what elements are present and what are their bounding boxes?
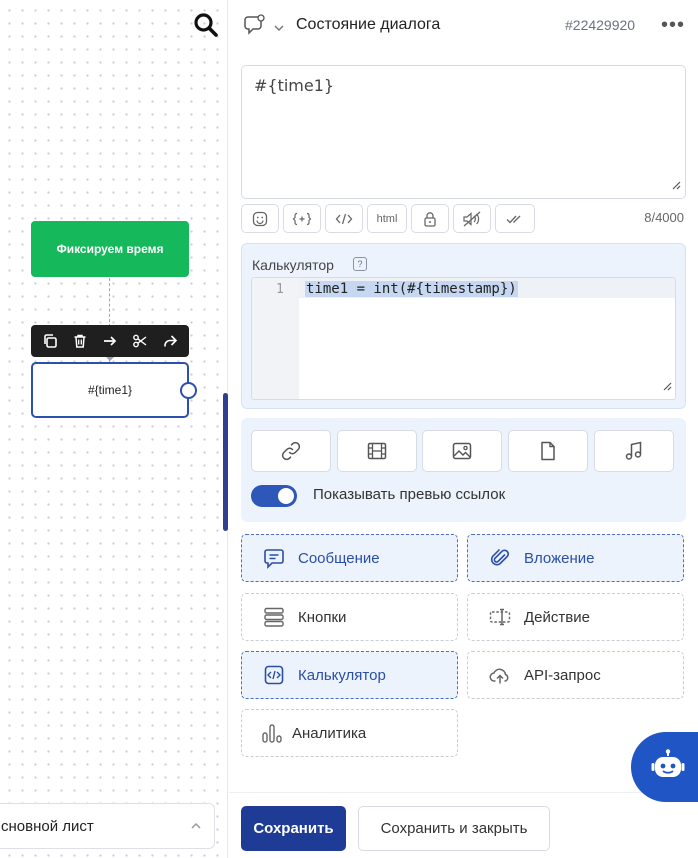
emoji-icon[interactable] bbox=[241, 204, 279, 233]
state-editor-panel: Состояние диалога #22429920 ••• #{time1}… bbox=[229, 0, 698, 858]
chevron-down-icon[interactable] bbox=[273, 20, 285, 38]
save-and-close-button[interactable]: Сохранить и закрыть bbox=[358, 806, 550, 851]
attachments-block: Показывать превью ссылок bbox=[241, 418, 686, 522]
block-label: Сообщение bbox=[298, 549, 380, 567]
node-toolbar bbox=[31, 325, 189, 357]
image-icon[interactable] bbox=[422, 430, 502, 472]
chevron-up-icon bbox=[190, 819, 202, 836]
buttons-icon bbox=[262, 605, 286, 629]
add-calculator-button[interactable]: Калькулятор bbox=[241, 651, 458, 699]
line-number: 1 bbox=[276, 282, 284, 297]
state-id: #22429920 bbox=[565, 17, 636, 33]
calculator-block: Калькулятор ? 1 time1 = int(#{timestamp}… bbox=[241, 243, 686, 409]
video-icon[interactable] bbox=[337, 430, 417, 472]
flow-node-fix-time[interactable]: Фиксируем время bbox=[31, 221, 189, 277]
panel-header: Состояние диалога #22429920 ••• bbox=[229, 0, 698, 50]
robot-icon bbox=[651, 748, 685, 787]
chatbot-button[interactable] bbox=[631, 732, 698, 802]
node-label: Фиксируем время bbox=[56, 242, 164, 256]
block-label: Действие bbox=[524, 608, 590, 626]
arrow-right-icon[interactable] bbox=[97, 328, 123, 354]
toggle-knob bbox=[278, 488, 294, 504]
double-check-icon[interactable] bbox=[495, 204, 535, 233]
chat-settings-icon[interactable] bbox=[244, 14, 266, 41]
search-icon[interactable] bbox=[193, 12, 219, 38]
panel-title: Состояние диалога bbox=[296, 16, 441, 33]
block-label: API-запрос bbox=[524, 666, 601, 684]
more-icon[interactable]: ••• bbox=[661, 14, 685, 37]
add-action-button[interactable]: Действие bbox=[467, 593, 684, 641]
message-icon bbox=[262, 546, 286, 570]
music-icon[interactable] bbox=[594, 430, 674, 472]
lock-icon[interactable] bbox=[411, 204, 449, 233]
code-editor[interactable]: 1 time1 = int(#{timestamp}) bbox=[251, 277, 676, 400]
add-api-request-button[interactable]: API-запрос bbox=[467, 651, 684, 699]
node-label: #{time1} bbox=[87, 383, 133, 397]
sheet-select-value: сновной лист bbox=[1, 817, 94, 835]
block-label: Вложение bbox=[524, 549, 595, 567]
resize-handle-icon[interactable] bbox=[671, 175, 681, 194]
trash-icon[interactable] bbox=[67, 328, 93, 354]
document-icon[interactable] bbox=[508, 430, 588, 472]
link-preview-toggle[interactable] bbox=[251, 485, 297, 507]
paperclip-icon bbox=[488, 546, 512, 570]
code-icon[interactable] bbox=[325, 204, 363, 233]
flow-canvas[interactable]: Фиксируем время #{time1} сновной лист bbox=[0, 0, 228, 858]
html-label: html bbox=[376, 212, 398, 225]
help-icon[interactable]: ? bbox=[353, 257, 367, 271]
char-counter: 8/4000 bbox=[644, 210, 684, 225]
node-output-port[interactable] bbox=[180, 382, 197, 399]
copy-icon[interactable] bbox=[37, 328, 63, 354]
cloud-upload-icon bbox=[488, 663, 512, 687]
code-text[interactable]: time1 = int(#{timestamp}) bbox=[305, 281, 518, 297]
panel-resize-handle[interactable] bbox=[223, 393, 228, 531]
voice-off-icon[interactable] bbox=[453, 204, 491, 233]
block-label: Аналитика bbox=[292, 724, 367, 742]
sheet-select[interactable]: сновной лист bbox=[0, 803, 215, 849]
block-label: Калькулятор bbox=[298, 666, 386, 684]
share-icon[interactable] bbox=[157, 328, 183, 354]
scissors-icon[interactable] bbox=[127, 328, 153, 354]
resize-handle-icon[interactable] bbox=[662, 378, 672, 396]
message-text-input[interactable]: #{time1} bbox=[241, 65, 686, 199]
save-button[interactable]: Сохранить bbox=[241, 806, 346, 851]
html-button[interactable]: html bbox=[367, 204, 407, 233]
format-toolbar: html bbox=[241, 204, 535, 234]
calculator-label: Калькулятор bbox=[252, 257, 334, 273]
variable-icon[interactable] bbox=[283, 204, 321, 233]
add-buttons-button[interactable]: Кнопки bbox=[241, 593, 458, 641]
message-text: #{time1} bbox=[254, 76, 335, 95]
action-icon bbox=[488, 605, 512, 629]
code-icon bbox=[262, 663, 286, 687]
link-preview-label: Показывать превью ссылок bbox=[313, 486, 506, 503]
add-analytics-button[interactable]: Аналитика bbox=[241, 709, 458, 757]
block-label: Кнопки bbox=[298, 608, 347, 626]
link-icon[interactable] bbox=[251, 430, 331, 472]
analytics-icon bbox=[260, 721, 284, 745]
panel-footer: Сохранить Сохранить и закрыть bbox=[229, 792, 698, 858]
add-message-button[interactable]: Сообщение bbox=[241, 534, 458, 582]
add-attachment-button[interactable]: Вложение bbox=[467, 534, 684, 582]
flow-node-time1[interactable]: #{time1} bbox=[31, 362, 189, 418]
